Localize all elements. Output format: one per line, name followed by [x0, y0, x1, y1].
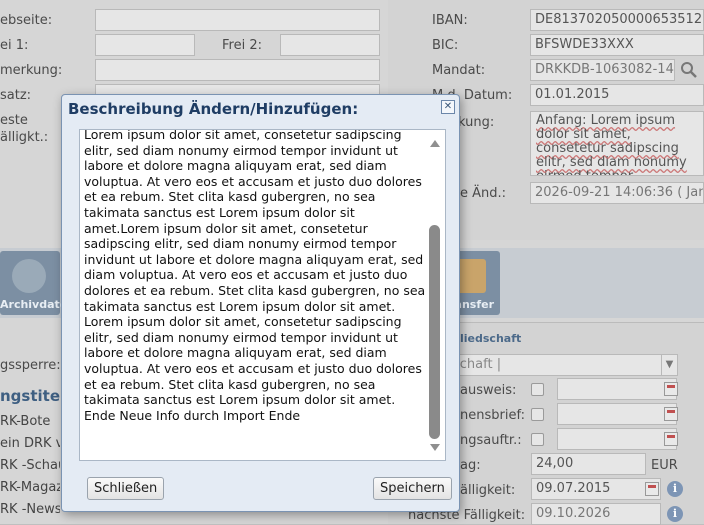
list-item[interactable]: RK -Newsle	[0, 502, 60, 522]
calendar-icon[interactable]	[664, 407, 678, 421]
auftrag-date-input[interactable]	[557, 428, 677, 450]
list-item[interactable]: RK -Schau	[0, 458, 60, 478]
chevron-down-icon[interactable]: ▼	[661, 355, 677, 375]
list-item[interactable]: RK-Bote	[0, 414, 60, 434]
archive-tile[interactable]: Archivdaten	[0, 251, 75, 315]
faelligkeit-input[interactable]: 09.07.2015	[531, 478, 661, 500]
ausweis-checkbox[interactable]	[531, 383, 544, 396]
calendar-icon[interactable]	[645, 482, 659, 496]
calendar-icon[interactable]	[664, 382, 678, 396]
betrag-label: ag:	[460, 458, 481, 473]
letzte-aenderung-label: e Änd.:	[460, 186, 507, 201]
scrollbar[interactable]	[427, 132, 444, 458]
info-icon[interactable]: i	[667, 481, 683, 497]
membership-section-title: liedschaft	[460, 332, 522, 345]
mandat-datum-input[interactable]: 01.01.2015	[530, 84, 704, 106]
calendar-icon[interactable]	[664, 432, 678, 446]
webseite-input[interactable]	[95, 9, 380, 31]
bemerkung-label: merkung:	[0, 63, 63, 78]
currency-label: EUR	[651, 458, 678, 473]
ausweis-date-input[interactable]	[557, 378, 677, 400]
naechste-faelligkeit-input: 09.10.2026	[531, 503, 661, 525]
ausweis-label: ausweis:	[460, 383, 517, 398]
frei1-input[interactable]	[95, 34, 195, 56]
list-item[interactable]: ein DRK vo	[0, 436, 60, 456]
auftrag-checkbox[interactable]	[531, 433, 544, 446]
frei1-label: ei 1:	[0, 38, 29, 53]
archive-icon	[12, 259, 46, 293]
namensbrief-date-input[interactable]	[557, 403, 677, 425]
edit-description-dialog: Beschreibung Ändern/Hinzufügen: ✕ Lorem …	[61, 94, 460, 512]
iban-label: IBAN:	[432, 13, 468, 28]
list-title: ngstitel	[0, 387, 66, 405]
bemerkung-input[interactable]	[95, 59, 380, 81]
frei2-input[interactable]	[280, 34, 380, 56]
membership-select[interactable]: schaft |	[448, 354, 678, 376]
faelligkeit-label: älligkeit:	[460, 483, 516, 498]
mandat-label: Mandat:	[432, 63, 486, 78]
scroll-up-icon[interactable]	[430, 140, 440, 147]
description-text: Lorem ipsum dolor sit amet, consetetur s…	[84, 129, 426, 423]
letzte-aenderung-input: 2026-09-21 14:06:36 ( Janin	[530, 182, 704, 204]
namensbrief-checkbox[interactable]	[531, 408, 544, 421]
iban-input[interactable]: DE81370205000065351260	[530, 9, 704, 31]
list-item[interactable]: RK-Magazin	[0, 480, 60, 500]
webseite-label: ebseite:	[0, 13, 53, 28]
sperre-label: gssperre:	[0, 358, 61, 373]
auftrag-label: ngsauftr.:	[460, 433, 522, 448]
faelligkeit-short-label: älligkt.:	[0, 130, 49, 145]
close-button[interactable]: Schließen	[87, 477, 165, 500]
info-icon[interactable]: i	[667, 506, 683, 522]
search-icon[interactable]	[680, 61, 698, 79]
description-textarea[interactable]: Lorem ipsum dolor sit amet, consetetur s…	[79, 129, 446, 461]
feste-label: este	[0, 113, 28, 128]
betrag-input[interactable]: 24,00	[531, 453, 646, 475]
scrollbar-thumb[interactable]	[429, 225, 440, 439]
close-icon[interactable]: ✕	[441, 100, 455, 114]
save-button[interactable]: Speichern	[373, 477, 452, 500]
frei2-label: Frei 2:	[222, 38, 262, 53]
namensbrief-label: nensbrief:	[460, 408, 525, 423]
bic-label: BIC:	[432, 38, 459, 53]
dialog-title: Beschreibung Ändern/Hinzufügen:	[68, 100, 359, 118]
bic-input[interactable]: BFSWDE33XXX	[530, 34, 704, 56]
bank-bemerkung-textarea[interactable]: Anfang: Lorem ipsum dolor sit amet, cons…	[530, 111, 704, 176]
satz-label: satz:	[0, 88, 32, 103]
transfer-tile-label: ansfer	[454, 298, 494, 311]
mandat-input[interactable]: DRKKDB-1063082-149	[530, 59, 675, 81]
scroll-down-icon[interactable]	[430, 444, 440, 451]
